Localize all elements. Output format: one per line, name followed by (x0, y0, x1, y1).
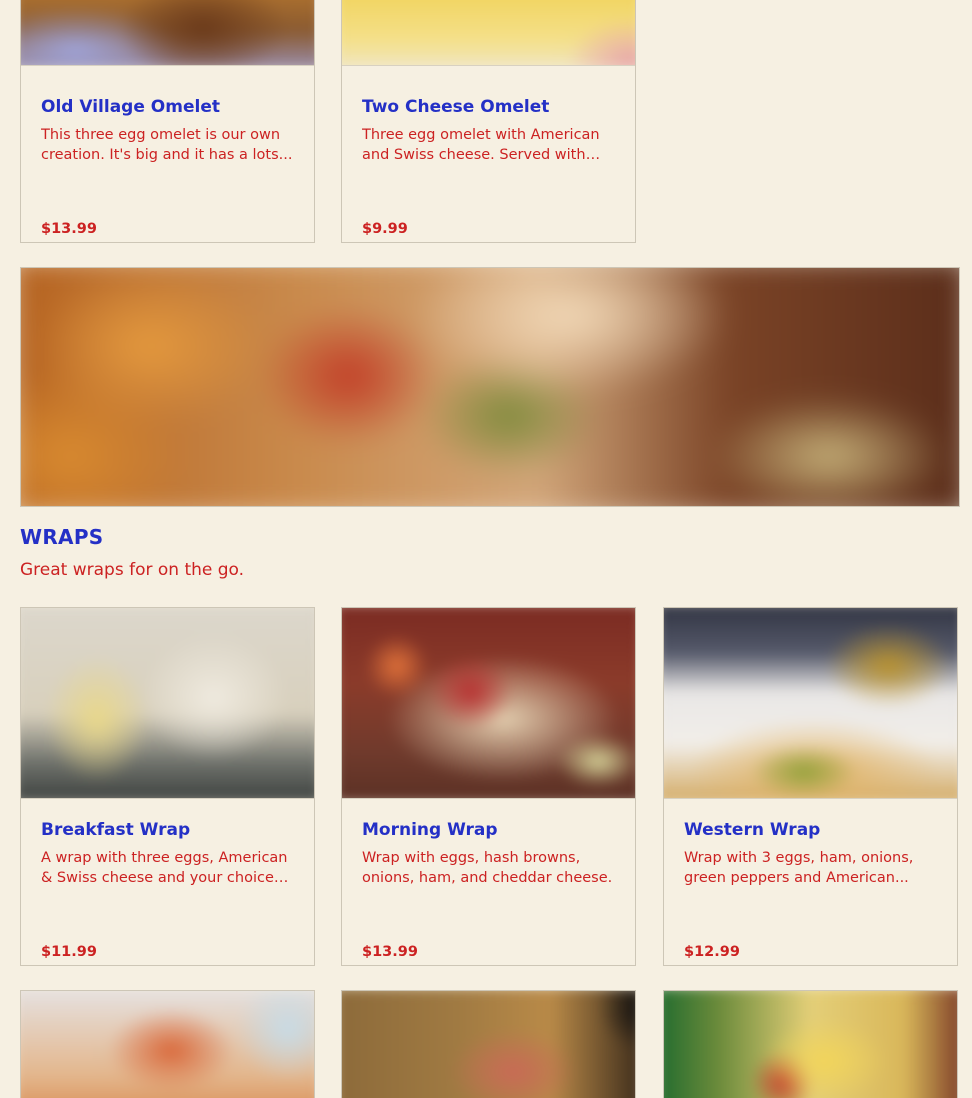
item-description: Wrap with eggs, hash browns, onions, ham… (362, 850, 613, 886)
food-photo (342, 608, 635, 798)
item-price: $9.99 (362, 221, 408, 237)
item-description: A wrap with three eggs, American & Swiss… (41, 850, 288, 886)
item-price: $11.99 (41, 944, 97, 960)
item-name: Western Wrap (684, 820, 821, 840)
food-photo (21, 991, 314, 1098)
menu-item-card[interactable]: Breakfast Wrap A wrap with three eggs, A… (20, 607, 315, 966)
item-description: Wrap with 3 eggs, ham, onions, green pep… (684, 850, 914, 886)
food-photo (21, 608, 314, 798)
item-description: Three egg omelet with American and Swiss… (362, 127, 600, 163)
item-description: This three egg omelet is our own creatio… (41, 127, 293, 163)
food-photo (664, 608, 957, 798)
item-price: $13.99 (362, 944, 418, 960)
item-price: $13.99 (41, 221, 97, 237)
menu-page: Old Village Omelet This three egg omelet… (0, 0, 972, 1098)
banner-photo (21, 268, 959, 506)
item-name: Breakfast Wrap (41, 820, 191, 840)
food-photo (664, 991, 957, 1098)
category-banner (20, 267, 960, 507)
menu-item-card[interactable]: Western Wrap Wrap with 3 eggs, ham, onio… (663, 607, 958, 966)
item-name: Two Cheese Omelet (362, 97, 550, 117)
item-name: Old Village Omelet (41, 97, 220, 117)
item-name: Morning Wrap (362, 820, 498, 840)
section-subtitle: Great wraps for on the go. (20, 560, 245, 580)
food-photo (342, 0, 635, 65)
food-photo (342, 991, 635, 1098)
menu-item-card[interactable] (341, 990, 636, 1098)
menu-item-card[interactable]: Old Village Omelet This three egg omelet… (20, 0, 315, 243)
section-title: WRAPS (20, 525, 104, 549)
menu-item-card[interactable] (663, 990, 958, 1098)
menu-item-card[interactable] (20, 990, 315, 1098)
item-price: $12.99 (684, 944, 740, 960)
menu-item-card[interactable]: Two Cheese Omelet Three egg omelet with … (341, 0, 636, 243)
food-photo (21, 0, 314, 65)
menu-item-card[interactable]: Morning Wrap Wrap with eggs, hash browns… (341, 607, 636, 966)
